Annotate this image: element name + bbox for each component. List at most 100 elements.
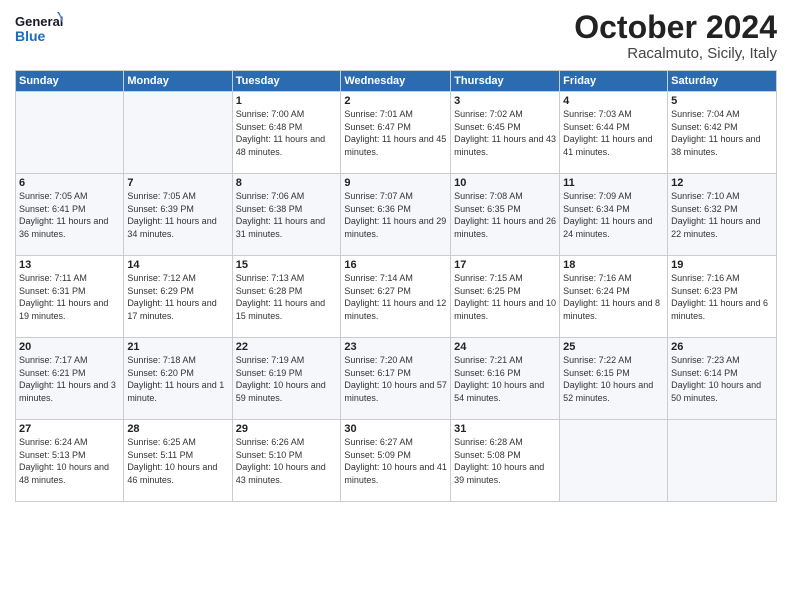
weekday-header: Thursday — [451, 71, 560, 92]
calendar-cell: 27Sunrise: 6:24 AM Sunset: 5:13 PM Dayli… — [16, 420, 124, 502]
calendar-cell: 22Sunrise: 7:19 AM Sunset: 6:19 PM Dayli… — [232, 338, 341, 420]
day-number: 31 — [454, 423, 556, 435]
calendar-table: SundayMondayTuesdayWednesdayThursdayFrid… — [15, 70, 777, 502]
day-number: 7 — [127, 177, 228, 189]
title-block: October 2024 Racalmuto, Sicily, Italy — [574, 10, 777, 62]
calendar-week-row: 27Sunrise: 6:24 AM Sunset: 5:13 PM Dayli… — [16, 420, 777, 502]
day-info: Sunrise: 7:21 AM Sunset: 6:16 PM Dayligh… — [454, 354, 556, 404]
day-info: Sunrise: 6:26 AM Sunset: 5:10 PM Dayligh… — [236, 436, 338, 486]
day-number: 5 — [671, 95, 773, 107]
calendar-cell: 19Sunrise: 7:16 AM Sunset: 6:23 PM Dayli… — [668, 256, 777, 338]
calendar-cell — [16, 92, 124, 174]
weekday-header: Tuesday — [232, 71, 341, 92]
day-info: Sunrise: 7:05 AM Sunset: 6:39 PM Dayligh… — [127, 190, 228, 240]
day-info: Sunrise: 7:16 AM Sunset: 6:23 PM Dayligh… — [671, 272, 773, 322]
calendar-cell: 1Sunrise: 7:00 AM Sunset: 6:48 PM Daylig… — [232, 92, 341, 174]
calendar-cell: 5Sunrise: 7:04 AM Sunset: 6:42 PM Daylig… — [668, 92, 777, 174]
day-info: Sunrise: 7:10 AM Sunset: 6:32 PM Dayligh… — [671, 190, 773, 240]
day-number: 11 — [563, 177, 664, 189]
day-number: 17 — [454, 259, 556, 271]
weekday-header: Monday — [124, 71, 232, 92]
logo-svg: General Blue — [15, 10, 63, 48]
header: General Blue October 2024 Racalmuto, Sic… — [15, 10, 777, 62]
day-number: 21 — [127, 341, 228, 353]
day-info: Sunrise: 6:25 AM Sunset: 5:11 PM Dayligh… — [127, 436, 228, 486]
calendar-header-row: SundayMondayTuesdayWednesdayThursdayFrid… — [16, 71, 777, 92]
day-info: Sunrise: 7:14 AM Sunset: 6:27 PM Dayligh… — [344, 272, 447, 322]
weekday-header: Friday — [560, 71, 668, 92]
day-info: Sunrise: 7:17 AM Sunset: 6:21 PM Dayligh… — [19, 354, 120, 404]
day-info: Sunrise: 7:00 AM Sunset: 6:48 PM Dayligh… — [236, 108, 338, 158]
day-number: 15 — [236, 259, 338, 271]
day-info: Sunrise: 7:13 AM Sunset: 6:28 PM Dayligh… — [236, 272, 338, 322]
day-number: 23 — [344, 341, 447, 353]
calendar-cell: 14Sunrise: 7:12 AM Sunset: 6:29 PM Dayli… — [124, 256, 232, 338]
day-number: 22 — [236, 341, 338, 353]
day-number: 13 — [19, 259, 120, 271]
day-number: 28 — [127, 423, 228, 435]
day-number: 18 — [563, 259, 664, 271]
day-number: 19 — [671, 259, 773, 271]
calendar-cell: 13Sunrise: 7:11 AM Sunset: 6:31 PM Dayli… — [16, 256, 124, 338]
location: Racalmuto, Sicily, Italy — [574, 45, 777, 62]
day-info: Sunrise: 7:15 AM Sunset: 6:25 PM Dayligh… — [454, 272, 556, 322]
svg-text:Blue: Blue — [15, 28, 46, 44]
day-number: 12 — [671, 177, 773, 189]
day-info: Sunrise: 7:18 AM Sunset: 6:20 PM Dayligh… — [127, 354, 228, 404]
calendar-cell: 21Sunrise: 7:18 AM Sunset: 6:20 PM Dayli… — [124, 338, 232, 420]
day-number: 29 — [236, 423, 338, 435]
day-info: Sunrise: 7:11 AM Sunset: 6:31 PM Dayligh… — [19, 272, 120, 322]
day-number: 2 — [344, 95, 447, 107]
day-info: Sunrise: 7:08 AM Sunset: 6:35 PM Dayligh… — [454, 190, 556, 240]
day-info: Sunrise: 6:28 AM Sunset: 5:08 PM Dayligh… — [454, 436, 556, 486]
calendar-cell — [124, 92, 232, 174]
calendar-cell: 28Sunrise: 6:25 AM Sunset: 5:11 PM Dayli… — [124, 420, 232, 502]
calendar-cell: 24Sunrise: 7:21 AM Sunset: 6:16 PM Dayli… — [451, 338, 560, 420]
calendar-cell: 26Sunrise: 7:23 AM Sunset: 6:14 PM Dayli… — [668, 338, 777, 420]
day-number: 16 — [344, 259, 447, 271]
calendar-cell: 31Sunrise: 6:28 AM Sunset: 5:08 PM Dayli… — [451, 420, 560, 502]
day-info: Sunrise: 7:03 AM Sunset: 6:44 PM Dayligh… — [563, 108, 664, 158]
day-number: 9 — [344, 177, 447, 189]
day-number: 20 — [19, 341, 120, 353]
logo: General Blue — [15, 10, 63, 48]
calendar-cell: 16Sunrise: 7:14 AM Sunset: 6:27 PM Dayli… — [341, 256, 451, 338]
calendar-week-row: 6Sunrise: 7:05 AM Sunset: 6:41 PM Daylig… — [16, 174, 777, 256]
day-info: Sunrise: 7:23 AM Sunset: 6:14 PM Dayligh… — [671, 354, 773, 404]
page: General Blue October 2024 Racalmuto, Sic… — [0, 0, 792, 612]
day-info: Sunrise: 7:01 AM Sunset: 6:47 PM Dayligh… — [344, 108, 447, 158]
day-number: 26 — [671, 341, 773, 353]
calendar-cell: 3Sunrise: 7:02 AM Sunset: 6:45 PM Daylig… — [451, 92, 560, 174]
day-number: 30 — [344, 423, 447, 435]
day-info: Sunrise: 7:05 AM Sunset: 6:41 PM Dayligh… — [19, 190, 120, 240]
calendar-cell: 10Sunrise: 7:08 AM Sunset: 6:35 PM Dayli… — [451, 174, 560, 256]
month-title: October 2024 — [574, 10, 777, 45]
day-info: Sunrise: 7:12 AM Sunset: 6:29 PM Dayligh… — [127, 272, 228, 322]
day-number: 1 — [236, 95, 338, 107]
day-info: Sunrise: 7:02 AM Sunset: 6:45 PM Dayligh… — [454, 108, 556, 158]
calendar-week-row: 13Sunrise: 7:11 AM Sunset: 6:31 PM Dayli… — [16, 256, 777, 338]
calendar-cell: 17Sunrise: 7:15 AM Sunset: 6:25 PM Dayli… — [451, 256, 560, 338]
day-info: Sunrise: 7:07 AM Sunset: 6:36 PM Dayligh… — [344, 190, 447, 240]
calendar-cell: 8Sunrise: 7:06 AM Sunset: 6:38 PM Daylig… — [232, 174, 341, 256]
calendar-cell: 12Sunrise: 7:10 AM Sunset: 6:32 PM Dayli… — [668, 174, 777, 256]
day-info: Sunrise: 7:19 AM Sunset: 6:19 PM Dayligh… — [236, 354, 338, 404]
svg-text:General: General — [15, 14, 63, 29]
day-info: Sunrise: 7:22 AM Sunset: 6:15 PM Dayligh… — [563, 354, 664, 404]
calendar-cell: 2Sunrise: 7:01 AM Sunset: 6:47 PM Daylig… — [341, 92, 451, 174]
day-number: 6 — [19, 177, 120, 189]
day-number: 10 — [454, 177, 556, 189]
weekday-header: Saturday — [668, 71, 777, 92]
calendar-cell: 11Sunrise: 7:09 AM Sunset: 6:34 PM Dayli… — [560, 174, 668, 256]
day-number: 24 — [454, 341, 556, 353]
day-info: Sunrise: 7:16 AM Sunset: 6:24 PM Dayligh… — [563, 272, 664, 322]
calendar-cell: 9Sunrise: 7:07 AM Sunset: 6:36 PM Daylig… — [341, 174, 451, 256]
calendar-cell: 30Sunrise: 6:27 AM Sunset: 5:09 PM Dayli… — [341, 420, 451, 502]
calendar-cell: 23Sunrise: 7:20 AM Sunset: 6:17 PM Dayli… — [341, 338, 451, 420]
day-info: Sunrise: 7:20 AM Sunset: 6:17 PM Dayligh… — [344, 354, 447, 404]
calendar-week-row: 20Sunrise: 7:17 AM Sunset: 6:21 PM Dayli… — [16, 338, 777, 420]
day-number: 27 — [19, 423, 120, 435]
day-number: 25 — [563, 341, 664, 353]
day-number: 3 — [454, 95, 556, 107]
calendar-cell — [560, 420, 668, 502]
